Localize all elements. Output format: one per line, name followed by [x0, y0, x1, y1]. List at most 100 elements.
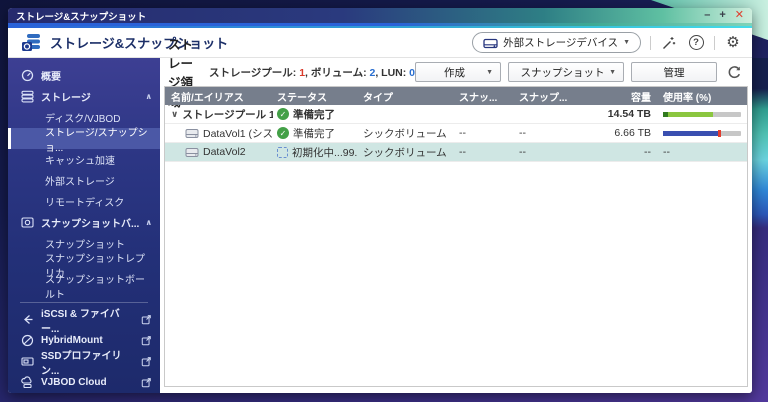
external-link-icon [141, 356, 152, 367]
sidebar-item-snapshot-vault[interactable]: スナップショットボールト [8, 275, 160, 301]
iscsi-icon [20, 313, 35, 326]
sidebar-item-iscsi-fibre[interactable]: iSCSI & ファイバー... [8, 309, 160, 335]
chevron-down-icon: ▼ [486, 68, 493, 76]
manage-button[interactable]: 管理 [631, 62, 717, 82]
sidebar-item-label: HybridMount [41, 335, 103, 346]
wand-icon[interactable] [660, 34, 678, 52]
sidebar-item-external-storage[interactable]: 外部ストレージ [8, 170, 160, 191]
sidebar-item-label: iSCSI & ファイバー... [41, 308, 120, 335]
volume-icon [185, 147, 199, 158]
capacity-text: 14.54 TB [607, 108, 651, 120]
sidebar-item-label: ストレージ/スナップショ... [45, 127, 148, 154]
sidebar-item-ssd-profiling[interactable]: SSDプロファイリン... [8, 351, 160, 377]
status-text: 準備完了 [293, 108, 335, 121]
status-text: 初期化中...99.7... [292, 146, 357, 159]
volume-label: , ボリューム: [305, 66, 370, 79]
capacity-text: -- [644, 146, 651, 158]
column-snapshot-2[interactable]: スナップ... [513, 87, 587, 105]
sidebar-item-label: スナップショットバ... [41, 219, 140, 230]
table-row-datavol1[interactable]: DataVol1 (シス... ✓ 準備完了 シックボリューム -- -- 6.… [165, 124, 747, 143]
column-status[interactable]: ステータス [273, 87, 357, 105]
gauge-icon [20, 69, 35, 82]
type-text: シックボリューム [363, 146, 447, 159]
chevron-down-icon[interactable]: ∨ [171, 109, 178, 120]
minimize-button[interactable]: – [704, 10, 710, 21]
main-content: ストレージ領域 ストレージプール: 1, ボリューム: 2, LUN: 0 作成… [160, 38, 752, 393]
sidebar-section-snapshot-backup[interactable]: スナップショットバ... ∧ [8, 212, 160, 233]
column-snapshot-1[interactable]: スナッ... [453, 87, 513, 105]
snapshot-button[interactable]: スナップショット ▼ [508, 62, 624, 82]
table-row-datavol2[interactable]: DataVol2 初期化中...99.7... シックボリューム -- -- -… [165, 143, 747, 162]
column-usage[interactable]: 使用率 (%) [657, 87, 747, 105]
divider [714, 35, 715, 50]
column-name[interactable]: 名前/エイリアス [165, 87, 273, 105]
external-storage-device-label: 外部ストレージデバイス [503, 37, 619, 49]
sidebar-item-overview[interactable]: 概要 [8, 65, 160, 86]
sidebar-item-label: スナップショットボールト [45, 274, 145, 301]
disk-drive-icon [483, 36, 498, 50]
app-window: ストレージ&スナップショット – + ✕ ストレージ&スナップショット 外部スト… [8, 8, 752, 393]
wallpaper-ribbon [750, 58, 768, 228]
usage-bar [663, 129, 741, 137]
usage-threshold-tick [718, 129, 722, 137]
external-link-icon [141, 335, 152, 346]
table-empty-area [165, 162, 747, 386]
create-button[interactable]: 作成 ▼ [415, 62, 501, 82]
type-text: シックボリューム [363, 127, 447, 140]
pool-label: ストレージプール: [208, 66, 300, 79]
app-icon [20, 32, 42, 54]
sidebar-item-storage-snapshots[interactable]: ストレージ/スナップショ... [8, 128, 160, 154]
volume-name: DataVol2 [203, 146, 246, 158]
snap-count: -- [459, 127, 466, 139]
usage-text: -- [663, 146, 670, 158]
volume-icon [185, 128, 199, 139]
gear-icon[interactable]: ⚙ [724, 34, 742, 52]
external-link-icon [141, 377, 152, 388]
storage-table: 名前/エイリアス ステータス タイプ スナッ... スナップ... 容量 使用率… [164, 86, 748, 387]
sidebar-section-storage[interactable]: ストレージ ∧ [8, 86, 160, 107]
column-type[interactable]: タイプ [357, 87, 453, 105]
close-button[interactable]: ✕ [735, 10, 744, 21]
maximize-button[interactable]: + [719, 10, 725, 21]
sidebar-item-label: 概要 [41, 72, 61, 83]
column-capacity[interactable]: 容量 [587, 87, 657, 105]
status-ok-icon: ✓ [277, 108, 289, 120]
hybridmount-icon [20, 334, 35, 347]
window-titlebar: ストレージ&スナップショット – + ✕ [8, 8, 752, 23]
content-header: ストレージ領域 ストレージプール: 1, ボリューム: 2, LUN: 0 作成… [164, 38, 748, 109]
chevron-up-icon: ∧ [145, 218, 153, 227]
table-row-storage-pool[interactable]: ∨ ストレージプール 1 ✓ 準備完了 14.54 TB [165, 105, 747, 124]
sidebar-divider [20, 302, 148, 303]
chevron-down-icon: ▼ [609, 68, 616, 76]
initializing-spinner-icon [277, 146, 288, 158]
sidebar-item-label: キャッシュ加速 [45, 156, 115, 167]
sidebar-item-remote-disk[interactable]: リモートディスク [8, 191, 160, 212]
sidebar-item-label: 外部ストレージ [45, 177, 115, 188]
refresh-icon[interactable] [724, 62, 744, 82]
header-actions: 外部ストレージデバイス ▼ ? ⚙ [472, 32, 742, 53]
external-storage-device-button[interactable]: 外部ストレージデバイス ▼ [472, 32, 641, 53]
lun-label: , LUN: [375, 66, 410, 79]
sidebar: 概要 ストレージ ∧ ディスク/VJBOD ストレージ/スナップショ... キャ… [8, 58, 160, 393]
pool-name: ストレージプール 1 [182, 108, 273, 121]
snap-schedule [513, 105, 587, 123]
vjbod-cloud-icon [20, 376, 35, 389]
ssd-icon [20, 355, 35, 368]
sidebar-item-label: リモートディスク [45, 198, 125, 209]
usage-bar [663, 111, 741, 117]
external-link-icon [141, 314, 152, 325]
window-title: ストレージ&スナップショット [16, 11, 147, 23]
snap-count [453, 105, 513, 123]
table-header: 名前/エイリアス ステータス タイプ スナッ... スナップ... 容量 使用率… [165, 87, 747, 105]
snapshot-camera-icon [20, 216, 35, 229]
divider [650, 35, 651, 50]
toolbar: 作成 ▼ スナップショット ▼ 管理 [415, 62, 744, 82]
chevron-up-icon: ∧ [145, 92, 153, 101]
sidebar-item-label: ストレージ [41, 93, 91, 104]
snap-count: -- [459, 146, 466, 158]
capacity-text: 6.66 TB [614, 127, 651, 139]
storage-summary: ストレージプール: 1, ボリューム: 2, LUN: 0 [209, 65, 415, 80]
sidebar-item-label: SSDプロファイリン... [41, 350, 122, 377]
help-icon[interactable]: ? [687, 34, 705, 52]
app-header: ストレージ&スナップショット 外部ストレージデバイス ▼ ? ⚙ [8, 28, 752, 58]
